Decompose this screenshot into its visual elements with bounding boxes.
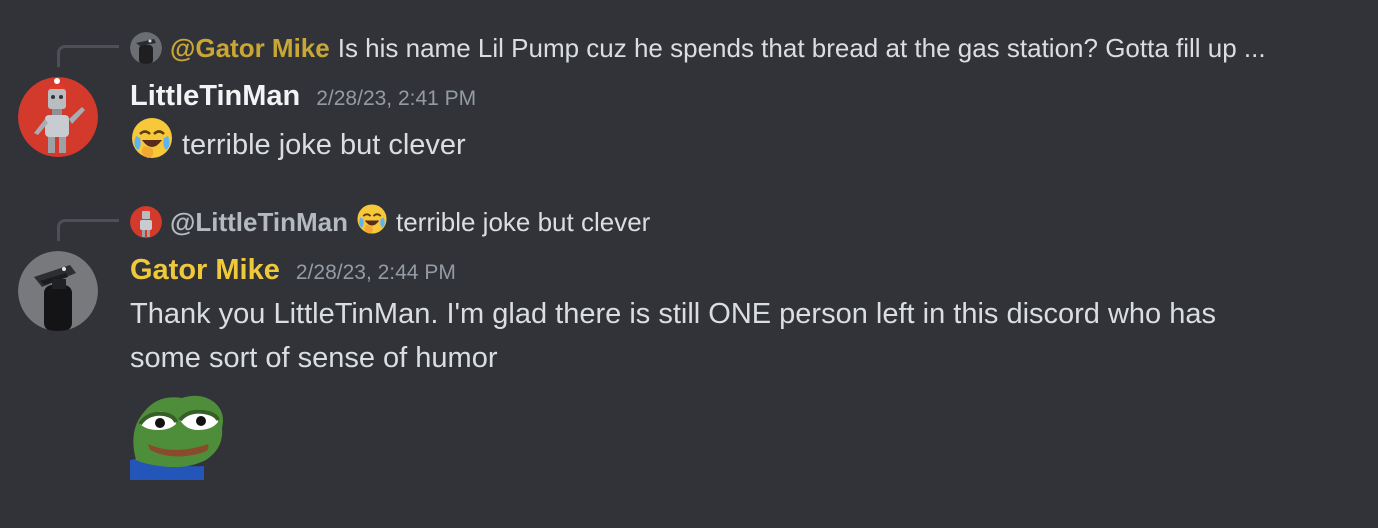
reply-avatar-gator	[130, 32, 162, 64]
message-text-line[interactable]: Thank you LittleTinMan. I'm glad there i…	[130, 292, 1310, 336]
reply-connector	[57, 45, 119, 67]
message-text-line[interactable]: terrible joke but clever	[182, 123, 466, 167]
message-2[interactable]: @LittleTinMan terrible joke but clever G…	[0, 180, 1378, 528]
message-1[interactable]: @Gator Mike Is his name Lil Pump cuz he …	[0, 0, 1378, 180]
reply-preview[interactable]: @LittleTinMan terrible joke but clever	[130, 203, 650, 238]
author-name[interactable]: Gator Mike	[130, 254, 280, 287]
reply-text[interactable]: Is his name Lil Pump cuz he spends that …	[338, 33, 1266, 64]
author-name[interactable]: LittleTinMan	[130, 80, 300, 113]
reply-mention[interactable]: @Gator Mike	[170, 33, 330, 64]
message-content: Thank you LittleTinMan. I'm glad there i…	[130, 292, 1310, 380]
timestamp[interactable]: 2/28/23, 2:44 PM	[296, 261, 456, 285]
message-text-line[interactable]: some sort of sense of humor	[130, 336, 1310, 380]
reply-preview[interactable]: @Gator Mike Is his name Lil Pump cuz he …	[130, 32, 1266, 64]
reply-text[interactable]: terrible joke but clever	[396, 207, 650, 238]
chat-messages: @Gator Mike Is his name Lil Pump cuz he …	[0, 0, 1378, 528]
laughing-crying-emoji-icon[interactable]	[130, 116, 174, 173]
message-header: Gator Mike 2/28/23, 2:44 PM	[130, 254, 456, 287]
pepe-frog-sticker[interactable]	[130, 390, 226, 480]
laughing-crying-emoji-icon	[356, 203, 388, 242]
message-content: terrible joke but clever	[130, 116, 1310, 173]
timestamp[interactable]: 2/28/23, 2:41 PM	[316, 87, 476, 111]
reply-connector	[57, 219, 119, 241]
message-header: LittleTinMan 2/28/23, 2:41 PM	[130, 80, 476, 113]
reply-mention[interactable]: @LittleTinMan	[170, 207, 348, 238]
avatar[interactable]	[18, 251, 98, 331]
reply-avatar-tinman	[130, 206, 162, 238]
avatar[interactable]	[18, 77, 98, 157]
